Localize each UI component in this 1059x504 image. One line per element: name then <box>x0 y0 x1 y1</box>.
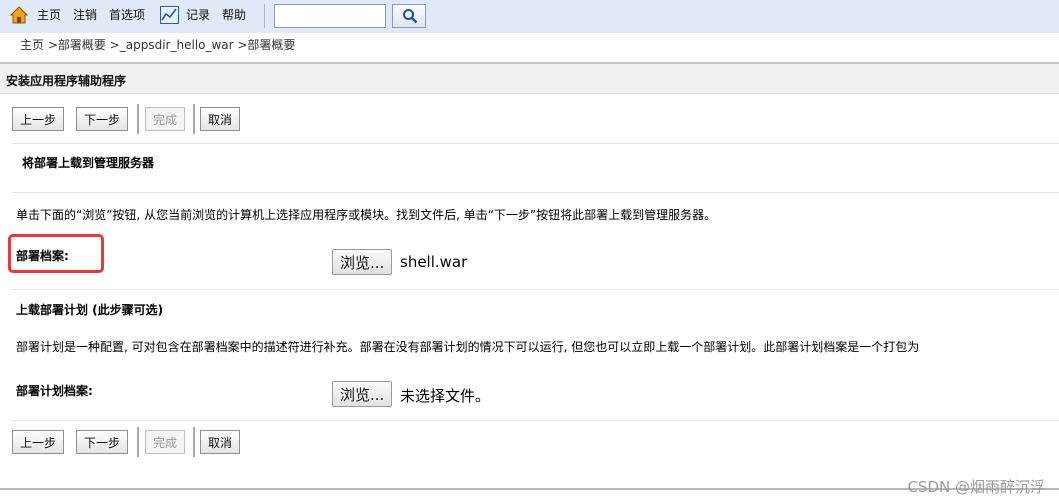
search-button[interactable] <box>392 4 426 28</box>
upload-heading: 将部署上载到管理服务器 <box>22 156 155 170</box>
top-nav-bar: 主页 注销 首选项 记录 帮助 <box>0 0 1059 33</box>
divider-line <box>12 192 1059 193</box>
breadcrumb[interactable]: 主页 >部署概要 >_appsdir_hello_war >部署概要 <box>20 36 295 53</box>
plan-no-file-text: 未选择文件。 <box>400 387 491 405</box>
plan-description: 部署计划是一种配置, 可对包含在部署档案中的描述符进行补充。部署在没有部署计划的… <box>16 340 920 354</box>
plan-browse-button[interactable]: 浏览... <box>332 381 393 407</box>
archive-browse-button[interactable]: 浏览... <box>332 249 393 275</box>
next-button-bottom[interactable]: 下一步 <box>76 430 128 454</box>
nav-home-link[interactable]: 主页 <box>37 6 61 23</box>
button-separator <box>193 104 195 134</box>
home-icon[interactable] <box>10 6 28 24</box>
chart-icon[interactable] <box>160 6 179 24</box>
divider-line <box>12 289 1059 290</box>
divider-line <box>12 143 1059 144</box>
search-icon <box>403 9 418 24</box>
button-separator <box>137 427 139 457</box>
finish-button-top[interactable]: 完成 <box>145 107 185 131</box>
nav-logout-link[interactable]: 注销 <box>73 6 97 23</box>
button-separator <box>137 104 139 134</box>
finish-button-bottom[interactable]: 完成 <box>145 430 185 454</box>
watermark: CSDN @烟雨醉沉浮 <box>907 478 1045 496</box>
archive-label: 部署档案: <box>16 249 69 263</box>
plan-heading: 上载部署计划 (此步骤可选) <box>16 303 164 317</box>
archive-file-name: shell.war <box>400 253 468 271</box>
plan-archive-label: 部署计划档案: <box>16 384 93 398</box>
upload-description: 单击下面的“浏览”按钮, 从您当前浏览的计算机上选择应用程序或模块。找到文件后,… <box>16 208 717 222</box>
nav-divider <box>264 4 265 28</box>
divider-line <box>12 420 1059 421</box>
nav-preferences-link[interactable]: 首选项 <box>109 6 145 23</box>
cancel-button-top[interactable]: 取消 <box>200 107 240 131</box>
search-input[interactable] <box>274 4 386 28</box>
bottom-border <box>0 488 1059 490</box>
section-title: 安装应用程序辅助程序 <box>6 74 127 88</box>
prev-button-bottom[interactable]: 上一步 <box>12 430 64 454</box>
nav-record-link[interactable]: 记录 <box>186 6 210 23</box>
cancel-button-bottom[interactable]: 取消 <box>200 430 240 454</box>
nav-help-link[interactable]: 帮助 <box>222 6 246 23</box>
button-separator <box>193 427 195 457</box>
prev-button-top[interactable]: 上一步 <box>12 107 64 131</box>
section-header: 安装应用程序辅助程序 <box>0 62 1059 94</box>
next-button-top[interactable]: 下一步 <box>76 107 128 131</box>
